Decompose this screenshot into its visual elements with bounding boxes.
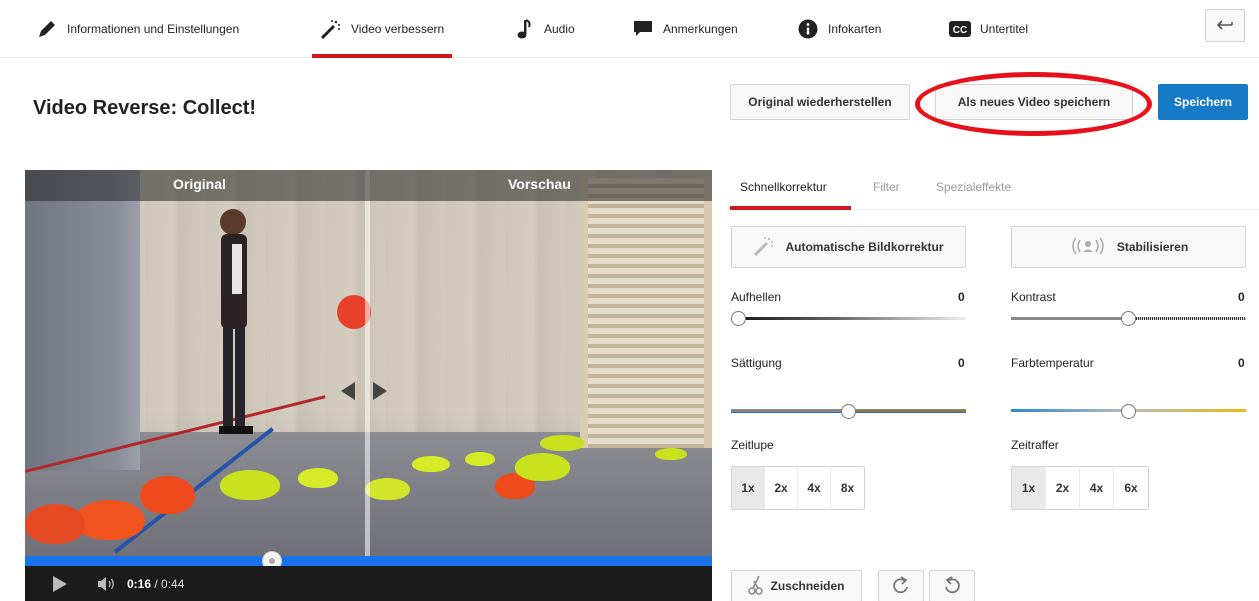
nav-info-settings[interactable]: Informationen und Einstellungen: [36, 0, 239, 58]
temperature-knob[interactable]: [1121, 404, 1136, 419]
stabilize-button[interactable]: Stabilisieren: [1011, 226, 1246, 268]
slowmo-option[interactable]: 4x: [798, 467, 831, 509]
save-button[interactable]: Speichern: [1158, 84, 1248, 120]
time-separator: /: [151, 576, 162, 591]
nav-infocards[interactable]: Infokarten: [797, 0, 881, 58]
duration: 0:44: [161, 576, 185, 591]
play-icon[interactable]: [53, 575, 67, 592]
brightness-value: 0: [958, 290, 965, 304]
nav-label: Video verbessern: [351, 22, 445, 36]
auto-fix-label: Automatische Bildkorrektur: [785, 240, 944, 254]
contrast-value: 0: [1238, 290, 1245, 304]
cc-icon: CC: [949, 18, 971, 40]
top-navigation: Informationen und Einstellungen Video ve…: [0, 0, 1259, 58]
video-frame: Original Vorschau: [25, 170, 712, 556]
brightness-label: Aufhellen: [731, 290, 782, 304]
pencil-icon: [36, 18, 58, 40]
saturation-knob[interactable]: [841, 404, 856, 419]
back-button[interactable]: [1205, 9, 1245, 42]
music-note-icon: [513, 18, 535, 40]
time-display: 0:16 / 0:44: [127, 577, 184, 591]
rotate-left-icon: [943, 575, 961, 598]
nav-audio[interactable]: Audio: [513, 0, 575, 58]
brightness-slider[interactable]: [731, 317, 966, 320]
back-arrow-icon: [1216, 19, 1233, 33]
arrow-left-icon: [341, 382, 355, 400]
rotate-right-button[interactable]: [878, 570, 924, 601]
video-player[interactable]: Original Vorschau 0:16 / 0:44: [25, 170, 712, 601]
wall-bars: [580, 178, 712, 448]
rotate-left-button[interactable]: [929, 570, 975, 601]
magic-wand-icon: [753, 235, 775, 260]
volume-icon[interactable]: [97, 576, 117, 591]
nav-label: Audio: [544, 22, 575, 36]
stabilize-icon: [1069, 236, 1107, 259]
progress-bar[interactable]: [25, 556, 712, 566]
preview-label: Vorschau: [508, 176, 571, 192]
page-title: Video Reverse: Collect!: [33, 97, 257, 119]
restore-original-button[interactable]: Original wiederherstellen: [730, 84, 910, 120]
brightness-knob[interactable]: [731, 311, 746, 326]
rotate-right-icon: [892, 575, 910, 598]
active-tab-indicator: [730, 206, 851, 210]
speech-bubble-icon: [632, 18, 654, 40]
saturation-slider[interactable]: [731, 410, 849, 412]
tab-quick-fixes[interactable]: Schnellkorrektur: [740, 180, 827, 194]
timelapse-option[interactable]: 6x: [1114, 467, 1148, 509]
saturation-label: Sättigung: [731, 356, 782, 370]
nav-label: Anmerkungen: [663, 22, 738, 36]
nav-subtitles[interactable]: CC Untertitel: [949, 0, 1028, 58]
nav-annotations[interactable]: Anmerkungen: [632, 0, 738, 58]
stabilize-label: Stabilisieren: [1116, 240, 1189, 254]
slowmo-option[interactable]: 8x: [831, 467, 864, 509]
original-label: Original: [173, 176, 226, 192]
scissors-icon: [748, 575, 764, 598]
auto-fix-button[interactable]: Automatische Bildkorrektur: [731, 226, 966, 268]
nav-label: Untertitel: [980, 22, 1029, 36]
player-controls: 0:16 / 0:44: [25, 566, 712, 601]
split-divider[interactable]: [365, 170, 370, 556]
slowmo-option[interactable]: 2x: [765, 467, 798, 509]
current-time: 0:16: [127, 576, 152, 591]
split-handle[interactable]: [341, 382, 387, 400]
nav-enhance-video[interactable]: Video verbessern: [311, 0, 453, 58]
contrast-knob[interactable]: [1121, 311, 1136, 326]
svg-text:CC: CC: [953, 25, 967, 36]
temperature-value: 0: [1238, 356, 1245, 370]
tab-special-effects[interactable]: Spezialeffekte: [936, 180, 1011, 194]
timelapse-option[interactable]: 4x: [1080, 467, 1114, 509]
timelapse-label: Zeitraffer: [1011, 438, 1059, 452]
slowmo-selector: 1x 2x 4x 8x: [731, 466, 865, 510]
magic-wand-icon: [320, 18, 342, 40]
tab-filters[interactable]: Filter: [873, 180, 900, 194]
timelapse-selector: 1x 2x 4x 6x: [1011, 466, 1149, 510]
trim-label: Zuschneiden: [770, 579, 845, 593]
nav-label: Infokarten: [828, 22, 882, 36]
contrast-label: Kontrast: [1011, 290, 1056, 304]
saturation-value: 0: [958, 356, 965, 370]
arrow-right-icon: [373, 382, 387, 400]
person-figure: [219, 209, 253, 434]
temperature-label: Farbtemperatur: [1011, 356, 1094, 370]
timelapse-option[interactable]: 2x: [1046, 467, 1080, 509]
info-icon: [797, 18, 819, 40]
nav-label: Informationen und Einstellungen: [67, 22, 240, 36]
save-as-new-video-button[interactable]: Als neues Video speichern: [935, 84, 1133, 120]
slowmo-label: Zeitlupe: [731, 438, 774, 452]
trim-button[interactable]: Zuschneiden: [731, 570, 862, 601]
slowmo-option[interactable]: 1x: [732, 467, 765, 509]
timelapse-option[interactable]: 1x: [1012, 467, 1046, 509]
